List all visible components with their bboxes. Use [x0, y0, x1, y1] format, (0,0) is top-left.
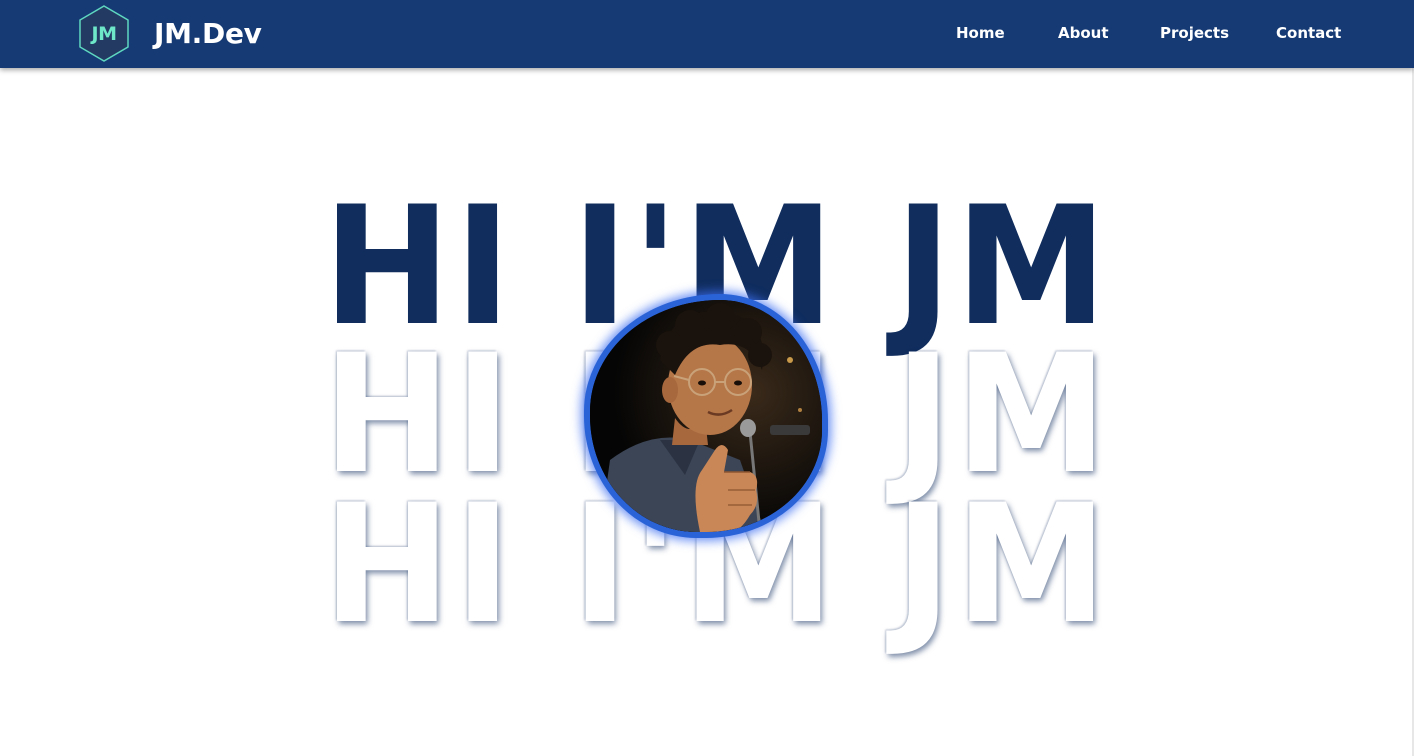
nav-link-projects[interactable]: Projects	[1160, 23, 1229, 43]
nav-link-about[interactable]: About	[1058, 23, 1109, 43]
profile-avatar	[584, 294, 828, 538]
profile-photo	[590, 300, 822, 532]
hexagon-logo-icon[interactable]: JM	[78, 5, 130, 62]
logo-badge-text: JM	[91, 22, 117, 45]
nav-link-home[interactable]: Home	[956, 23, 1005, 43]
brand-name[interactable]: JM.Dev	[154, 14, 262, 54]
nav-link-contact[interactable]: Contact	[1276, 23, 1341, 43]
top-navbar: JM JM.Dev Home About Projects Contact	[0, 0, 1414, 68]
